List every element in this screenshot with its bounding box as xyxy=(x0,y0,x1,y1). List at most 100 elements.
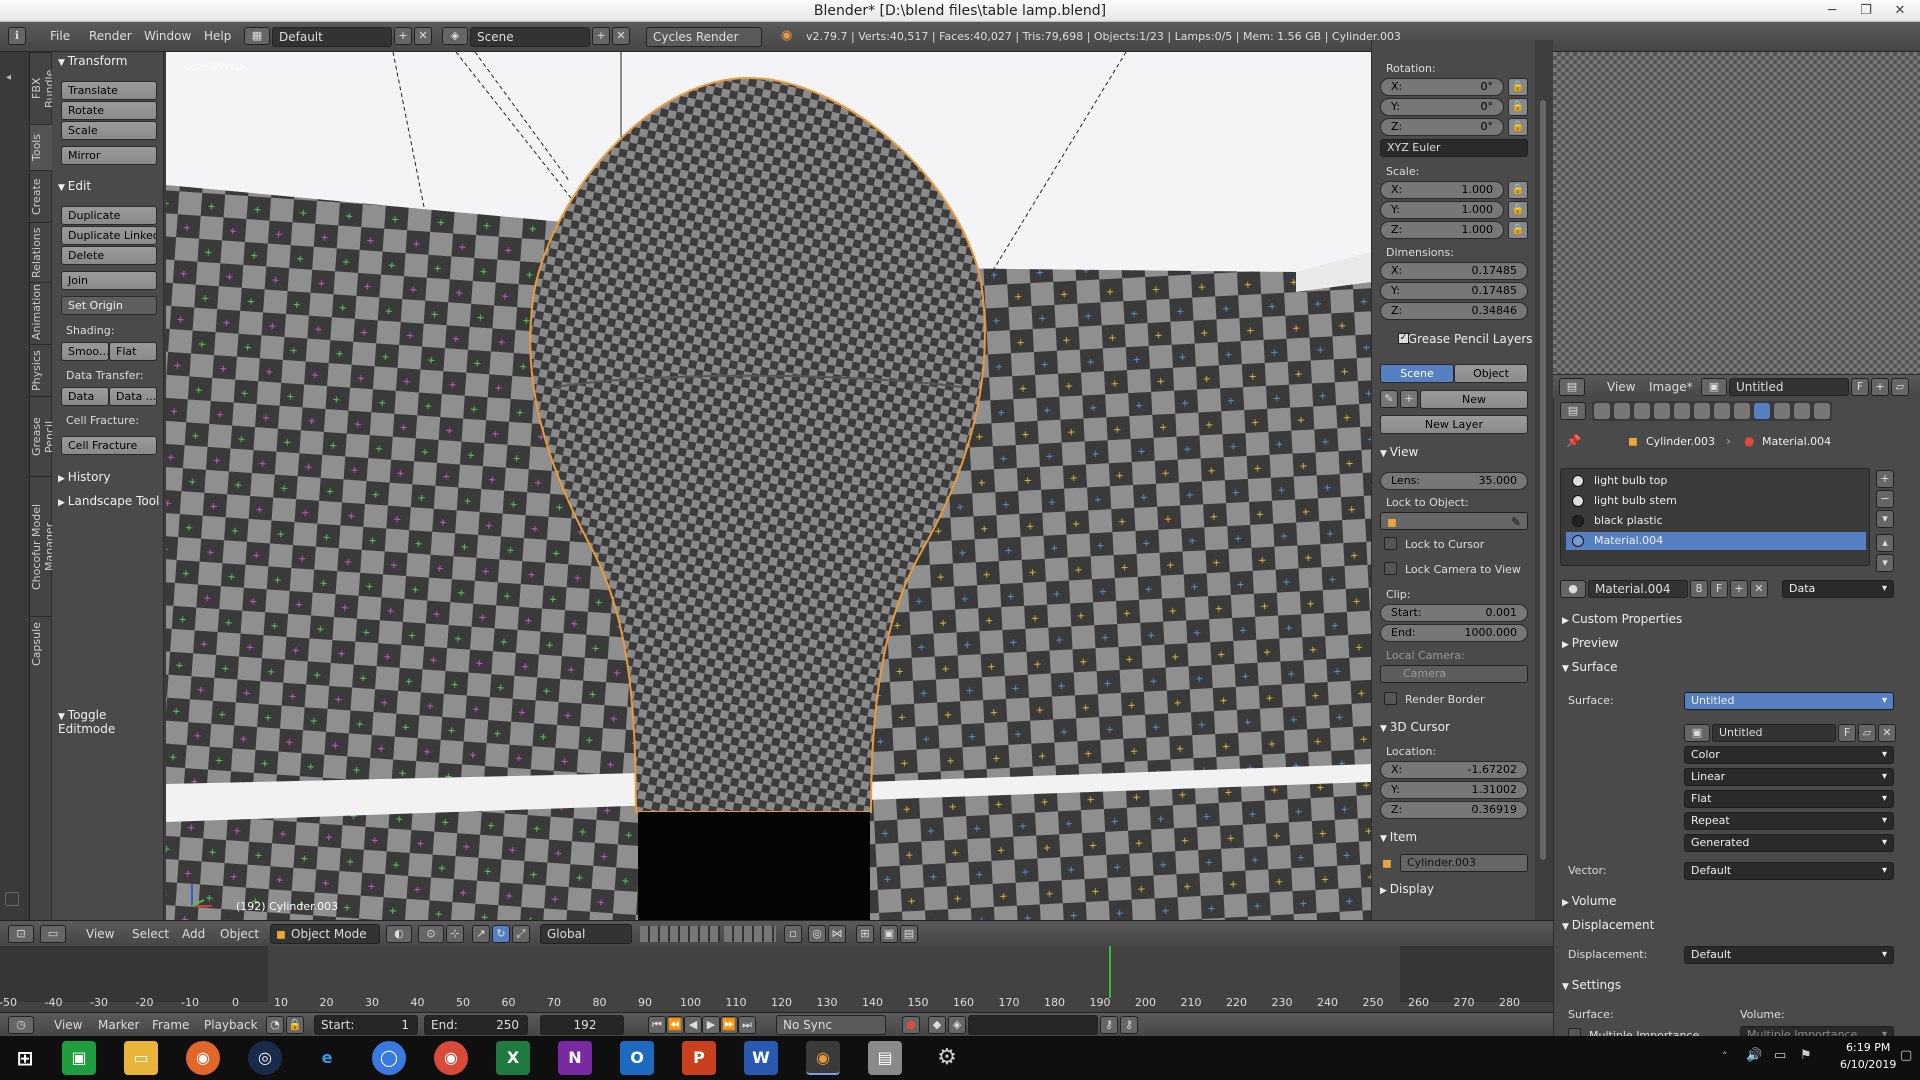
render-border-checkbox[interactable]: Render Border xyxy=(1384,692,1485,706)
unlink-image-icon[interactable]: ✕ xyxy=(1878,724,1896,742)
image-menu-view[interactable]: View xyxy=(1607,380,1635,394)
lock-icon[interactable]: 🔒 xyxy=(1508,78,1528,96)
dimension-x-field[interactable]: X: 0.17485 xyxy=(1380,262,1528,280)
scene-icon[interactable]: ◈ xyxy=(442,27,468,45)
scale-x-field[interactable]: X: 1.000 xyxy=(1380,181,1504,199)
displacement-header[interactable]: Displacement xyxy=(1562,918,1655,932)
start-frame-field[interactable]: Start: 1 xyxy=(314,1015,418,1035)
edit-panel-header[interactable]: Edit xyxy=(58,179,91,193)
windows-start-icon[interactable]: ⊞ xyxy=(8,1041,42,1075)
end-frame-field[interactable]: End: 250 xyxy=(424,1015,528,1035)
chrome-icon[interactable]: ◉ xyxy=(434,1041,468,1075)
region-expand-icon[interactable]: ◂ xyxy=(6,72,11,83)
source-dropdown[interactable]: Generated xyxy=(1684,834,1894,852)
tab-fbx-bundle[interactable]: FBX Bundle xyxy=(30,52,56,124)
menu-view[interactable]: View xyxy=(86,927,114,941)
lock-to-cursor-checkbox[interactable]: Lock to Cursor xyxy=(1384,537,1484,551)
cursor-z-field[interactable]: Z: 0.36919 xyxy=(1380,801,1528,819)
screen-layout-icon[interactable]: ▦ xyxy=(244,27,270,45)
delete-scene-icon[interactable]: ✕ xyxy=(612,27,630,45)
maximize-icon[interactable]: ❐ xyxy=(1852,0,1880,22)
add-icon[interactable]: + xyxy=(1400,390,1418,408)
menu-file[interactable]: File xyxy=(50,29,70,43)
dimension-z-field[interactable]: Z: 0.34846 xyxy=(1380,302,1528,320)
unlink-material-icon[interactable]: ✕ xyxy=(1750,580,1768,598)
jump-start-icon[interactable]: ⏮ xyxy=(648,1016,666,1034)
screen-layout-field[interactable]: Default xyxy=(272,27,392,47)
material-slot-row-selected[interactable]: Material.004 xyxy=(1566,532,1866,550)
vector-field[interactable]: Default xyxy=(1684,862,1894,880)
volume-header[interactable]: Volume xyxy=(1562,894,1617,908)
pencil-icon[interactable]: ✎ xyxy=(1380,390,1398,408)
layers-tab-icon[interactable] xyxy=(1614,403,1630,419)
projection-dropdown[interactable]: Flat xyxy=(1684,790,1894,808)
firefox-icon[interactable]: ◉ xyxy=(186,1041,220,1075)
move-slot-down-icon[interactable]: ▾ xyxy=(1876,554,1894,572)
notification-flag-icon[interactable]: ⚑ xyxy=(1800,1048,1812,1063)
auto-keying-icon[interactable]: ● xyxy=(902,1016,920,1034)
scroll-thumb[interactable] xyxy=(1540,100,1546,860)
history-panel-header[interactable]: History xyxy=(58,470,111,484)
join-button[interactable]: Join xyxy=(61,271,157,290)
cell-fracture-button[interactable]: Cell Fracture xyxy=(61,436,157,455)
menu-help[interactable]: Help xyxy=(204,29,231,43)
timeline-menu-playback[interactable]: Playback xyxy=(204,1018,258,1032)
lock-icon[interactable]: 🔒 xyxy=(1508,118,1528,136)
move-slot-up-icon[interactable]: ▴ xyxy=(1876,534,1894,552)
world-tab-icon[interactable] xyxy=(1654,403,1670,419)
scale-y-field[interactable]: Y: 1.000 xyxy=(1380,201,1504,219)
menu-window[interactable]: Window xyxy=(144,29,191,43)
next-keyframe-icon[interactable]: ⏩ xyxy=(720,1016,738,1034)
clip-end-field[interactable]: End: 1000.000 xyxy=(1380,624,1528,642)
texture-fake-user-button[interactable]: F xyxy=(1838,724,1856,742)
system-tray-chevron-icon[interactable]: ˄ xyxy=(1722,1050,1728,1063)
duplicate-button[interactable]: Duplicate xyxy=(61,206,157,225)
opengl-anim-icon[interactable]: ▤ xyxy=(900,925,918,943)
minimize-icon[interactable]: ─ xyxy=(1818,0,1846,22)
play-reverse-icon[interactable]: ◀ xyxy=(684,1016,702,1034)
color-space-dropdown[interactable]: Color xyxy=(1684,746,1894,764)
pivot-point-icon[interactable]: ⊙ xyxy=(418,925,444,943)
delete-key-icon[interactable]: ⚷ xyxy=(1120,1016,1138,1034)
translate-button[interactable]: Translate xyxy=(61,81,157,100)
material-fake-user-button[interactable]: F xyxy=(1710,580,1728,598)
n-panel-scrollbar[interactable] xyxy=(1535,40,1553,920)
object-tab-icon[interactable] xyxy=(1674,403,1690,419)
jump-end-icon[interactable]: ⏭ xyxy=(738,1016,756,1034)
clip-start-field[interactable]: Start: 0.001 xyxy=(1380,604,1528,622)
tab-physics[interactable]: Physics xyxy=(30,344,52,396)
grease-pencil-header[interactable]: Grease Pencil Layers xyxy=(1398,332,1533,346)
editor-type-icon[interactable]: ⊡ xyxy=(8,925,34,943)
timeline-menu-marker[interactable]: Marker xyxy=(98,1018,139,1032)
modifiers-tab-icon[interactable] xyxy=(1714,403,1730,419)
image-browse-icon[interactable]: ▣ xyxy=(1684,724,1710,742)
rotation-mode-dropdown[interactable]: XYZ Euler xyxy=(1380,139,1528,157)
lock-object-field[interactable]: ◼ ✎ xyxy=(1380,512,1528,530)
clock-time[interactable]: 6:19 PM xyxy=(1846,1041,1890,1054)
grease-object-button[interactable]: Object xyxy=(1454,364,1528,383)
rotation-x-field[interactable]: X: 0° xyxy=(1380,78,1504,96)
manipulator-icon[interactable]: ⊹ xyxy=(446,925,464,943)
3d-viewport[interactable]: + + + + xyxy=(166,52,1371,920)
surface-shader-field[interactable]: Untitled xyxy=(1684,692,1894,710)
scale-z-field[interactable]: Z: 1.000 xyxy=(1380,221,1504,239)
material-tab-icon[interactable] xyxy=(1754,403,1770,419)
dimension-y-field[interactable]: Y: 0.17485 xyxy=(1380,282,1528,300)
particles-tab-icon[interactable] xyxy=(1794,403,1810,419)
playhead[interactable] xyxy=(1109,946,1112,998)
render-tab-icon[interactable] xyxy=(1594,403,1610,419)
tab-capsule[interactable]: Capsule xyxy=(30,616,52,672)
transform-panel-header[interactable]: Transform xyxy=(58,54,128,68)
set-origin-dropdown[interactable]: Set Origin xyxy=(61,296,157,315)
browse-material-icon[interactable]: ● xyxy=(1560,580,1586,598)
data-transfer-button[interactable]: Data xyxy=(61,387,109,406)
menu-render[interactable]: Render xyxy=(89,29,132,43)
grease-scene-button[interactable]: Scene xyxy=(1380,364,1454,383)
timeline-menu-view[interactable]: View xyxy=(54,1018,82,1032)
tab-grease-pencil[interactable]: Grease Pencil xyxy=(30,396,56,476)
outlook-icon[interactable]: O xyxy=(620,1041,654,1075)
tab-create[interactable]: Create xyxy=(30,170,52,222)
prev-keyframe-icon[interactable]: ⏪ xyxy=(666,1016,684,1034)
layer-buttons[interactable] xyxy=(724,926,776,942)
duplicate-linked-button[interactable]: Duplicate Linked xyxy=(61,226,157,245)
